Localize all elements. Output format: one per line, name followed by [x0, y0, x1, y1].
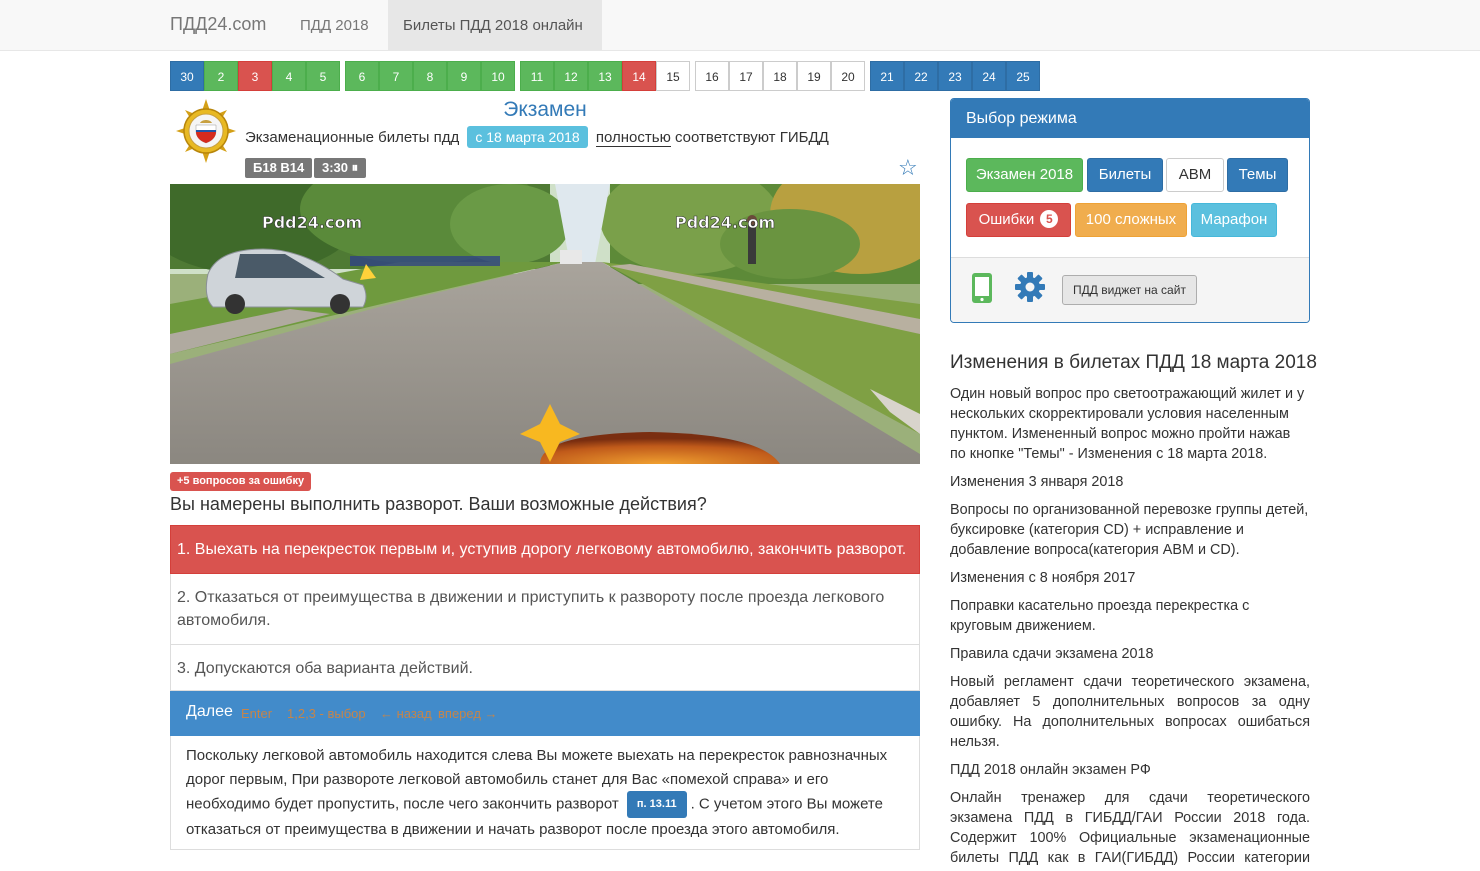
star-icon[interactable]: ☆ — [898, 155, 918, 181]
answer-2[interactable]: 2. Отказаться от преимущества в движении… — [170, 574, 920, 645]
nav-link-pdd-2018[interactable]: ПДД 2018 — [285, 0, 384, 51]
changes-paragraph: Новый регламент сдачи теоретического экз… — [950, 674, 1310, 750]
gear-icon[interactable] — [1014, 271, 1046, 307]
question-number-4[interactable]: 4 — [272, 61, 306, 91]
question-number-7[interactable]: 7 — [379, 61, 413, 91]
changes-text: Один новый вопрос про светоотражающий жи… — [950, 384, 1310, 871]
answer-1[interactable]: 1. Выехать на перекресток первым и, усту… — [170, 525, 920, 574]
mode-panel-footer: ПДД виджет на сайт — [951, 257, 1309, 322]
hint-back: ← назад — [380, 706, 432, 721]
question-number-18[interactable]: 18 — [763, 61, 797, 91]
question-number-24[interactable]: 24 — [972, 61, 1006, 91]
penalty-badge: +5 вопросов за ошибку — [170, 472, 312, 491]
exam-mode-button[interactable]: Экзамен 2018 — [966, 158, 1083, 192]
changes-paragraph: Один новый вопрос про светоотражающий жи… — [950, 386, 1305, 462]
mode-panel-title: Выбор режима — [951, 99, 1309, 138]
question-number-16[interactable]: 16 — [695, 61, 729, 91]
question-number-17[interactable]: 17 — [729, 61, 763, 91]
errors-mode-button[interactable]: Ошибки 5 — [966, 203, 1071, 237]
question-number-19[interactable]: 19 — [797, 61, 831, 91]
timer-badge[interactable]: 3:30 ⏸ — [314, 158, 367, 178]
abm-mode-button[interactable]: ABM — [1166, 158, 1224, 192]
rule-reference-button[interactable]: п. 13.11 — [626, 791, 687, 818]
question-image: Pdd24.com Pdd24.com — [170, 184, 920, 464]
changes-heading: Изменения 3 января 2018 — [950, 474, 1124, 490]
question-number-5[interactable]: 5 — [306, 61, 340, 91]
question-number-21[interactable]: 21 — [870, 61, 904, 91]
changes-title: Изменения в билетах ПДД 18 марта 2018 — [950, 352, 1317, 373]
tickets-mode-button[interactable]: Билеты — [1087, 158, 1163, 192]
changes-heading: Изменения с 8 ноября 2017 — [950, 570, 1136, 586]
watermark-right: Pdd24.com — [675, 213, 775, 232]
hard-questions-button[interactable]: 100 сложных — [1075, 203, 1187, 237]
question-number-3[interactable]: 3 — [238, 61, 272, 91]
changes-paragraph: Поправки касательно проезда перекрестка … — [950, 598, 1250, 634]
question-number-23[interactable]: 23 — [938, 61, 972, 91]
date-label: с 18 марта 2018 — [467, 126, 588, 148]
question-number-11[interactable]: 11 — [520, 61, 554, 91]
question-number-13[interactable]: 13 — [588, 61, 622, 91]
widget-button[interactable]: ПДД виджет на сайт — [1062, 275, 1197, 305]
subtitle-prefix: Экзаменационные билеты пдд — [245, 129, 460, 146]
brand-link[interactable]: ПДД24.com — [170, 14, 266, 35]
page-title: Экзамен — [503, 98, 587, 121]
question-number-20[interactable]: 20 — [831, 61, 865, 91]
exam-subtitle: Экзаменационные билеты пдд с 18 марта 20… — [245, 126, 829, 148]
question-number-22[interactable]: 22 — [904, 61, 938, 91]
mobile-phone-icon[interactable] — [971, 272, 993, 308]
question-number-9[interactable]: 9 — [447, 61, 481, 91]
marathon-mode-button[interactable]: Марафон — [1191, 203, 1277, 237]
next-bar[interactable]: Далее Enter 1,2,3 - выбор ← назад вперед… — [170, 691, 920, 736]
top-navbar: ПДД24.com ПДД 2018 Билеты ПДД 2018 онлай… — [0, 0, 1480, 51]
question-number-15[interactable]: 15 — [656, 61, 690, 91]
question-number-8[interactable]: 8 — [413, 61, 447, 91]
changes-paragraph: Онлайн тренажер для сдачи теоретического… — [950, 790, 1310, 871]
question-number-2[interactable]: 2 — [204, 61, 238, 91]
question-number-30[interactable]: 30 — [170, 61, 204, 91]
explanation: Поскольку легковой автомобиль находится … — [170, 736, 920, 850]
question-number-14[interactable]: 14 — [622, 61, 656, 91]
ticket-badge: Б18 В14 — [245, 158, 313, 178]
hint-forward: вперед → — [438, 706, 498, 721]
nav-link-tickets-online[interactable]: Билеты ПДД 2018 онлайн — [388, 0, 602, 51]
question-text: Вы намерены выполнить разворот. Ваши воз… — [170, 494, 707, 514]
mode-panel: Выбор режима Экзамен 2018 Билеты ABM Тем… — [950, 98, 1310, 323]
fully-link[interactable]: полностью — [595, 129, 671, 147]
question-number-25[interactable]: 25 — [1006, 61, 1040, 91]
errors-label: Ошибки — [978, 211, 1035, 228]
question-number-6[interactable]: 6 — [345, 61, 379, 91]
changes-heading: Правила сдачи экзамена 2018 — [950, 646, 1154, 662]
question-number-12[interactable]: 12 — [554, 61, 588, 91]
changes-heading: ПДД 2018 онлайн экзамен РФ — [950, 762, 1151, 778]
subtitle-suffix: соответствуют ГИБДД — [675, 129, 829, 146]
next-button[interactable]: Далее — [186, 703, 233, 721]
hint-enter: Enter — [241, 706, 273, 721]
answer-3[interactable]: 3. Допускаются оба варианта действий. — [170, 645, 920, 691]
topics-mode-button[interactable]: Темы — [1227, 158, 1288, 192]
errors-count-badge: 5 — [1040, 210, 1059, 228]
changes-paragraph: Вопросы по организованной перевозке груп… — [950, 502, 1309, 558]
watermark-left: Pdd24.com — [262, 213, 362, 232]
hint-choose: 1,2,3 - выбор — [287, 706, 366, 721]
question-number-10[interactable]: 10 — [481, 61, 515, 91]
